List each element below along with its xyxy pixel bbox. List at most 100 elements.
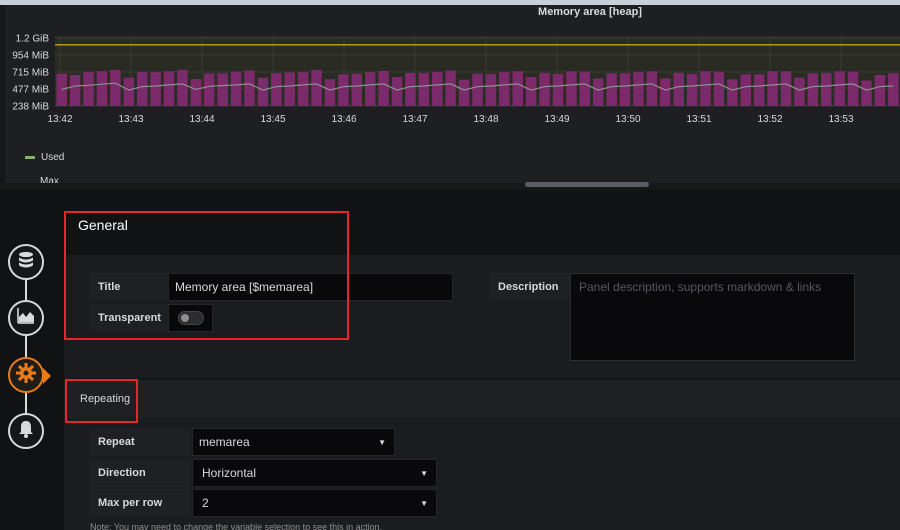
bar-used bbox=[740, 74, 751, 106]
bar-used bbox=[418, 72, 430, 106]
bar-used bbox=[633, 72, 644, 106]
panel-title[interactable]: Memory area [heap] bbox=[5, 6, 900, 18]
x-tick-label: 13:43 bbox=[118, 114, 143, 125]
repeating-section-header[interactable] bbox=[64, 380, 900, 418]
bar-used bbox=[485, 73, 497, 106]
bar-used bbox=[391, 77, 403, 106]
bar-used bbox=[56, 73, 67, 106]
bar-used bbox=[700, 71, 711, 106]
bar-used bbox=[136, 71, 148, 106]
legend-item-cut[interactable]: Max bbox=[40, 176, 59, 183]
bar-used bbox=[874, 74, 886, 106]
alert-tab[interactable] bbox=[8, 413, 44, 449]
legend-swatch bbox=[25, 156, 35, 159]
bar-used bbox=[834, 71, 845, 106]
bar-used bbox=[660, 78, 671, 106]
repeat-value: memarea bbox=[199, 435, 250, 449]
bar-used bbox=[123, 77, 135, 106]
direction-value: Horizontal bbox=[202, 466, 257, 480]
x-tick-label: 13:47 bbox=[402, 114, 427, 125]
annotation-box-repeating bbox=[65, 379, 138, 423]
bar-used bbox=[673, 72, 684, 106]
max-per-row-value: 2 bbox=[202, 496, 209, 510]
bar-used bbox=[888, 73, 899, 106]
bar-used bbox=[284, 72, 295, 106]
bar-used bbox=[311, 69, 322, 106]
x-tick-label: 13:52 bbox=[757, 114, 782, 125]
bar-used bbox=[177, 69, 188, 106]
chart-area-icon bbox=[16, 306, 36, 331]
direction-select[interactable]: Horizontal ▼ bbox=[192, 459, 437, 487]
bar-used bbox=[445, 70, 456, 106]
annotation-box-general bbox=[64, 211, 349, 340]
y-tick-label: 238 MiB bbox=[12, 102, 49, 113]
x-tick-label: 13:51 bbox=[686, 114, 711, 125]
x-tick-label: 13:53 bbox=[828, 114, 853, 125]
bar-used bbox=[552, 73, 564, 106]
bar-used bbox=[646, 71, 658, 106]
caret-down-icon: ▼ bbox=[420, 468, 428, 478]
bar-used bbox=[204, 73, 215, 106]
bar-used bbox=[807, 73, 819, 106]
description-textarea[interactable]: Panel description, supports markdown & l… bbox=[570, 273, 855, 361]
bar-used bbox=[163, 71, 175, 106]
x-tick-label: 13:49 bbox=[544, 114, 569, 125]
bar-used bbox=[780, 71, 792, 106]
queries-tab[interactable] bbox=[8, 244, 44, 280]
general-tab[interactable] bbox=[8, 357, 44, 393]
visualization-tab[interactable] bbox=[8, 300, 44, 336]
bar-used bbox=[566, 71, 577, 106]
bar-used bbox=[592, 78, 604, 106]
bar-used bbox=[861, 80, 872, 106]
panel-resize-handle[interactable] bbox=[525, 182, 649, 187]
caret-down-icon: ▼ bbox=[378, 437, 386, 447]
y-tick-label: 715 MiB bbox=[12, 68, 49, 79]
bell-icon bbox=[16, 419, 36, 444]
bar-used bbox=[96, 71, 108, 106]
bar-used bbox=[847, 71, 859, 106]
legend-item-used[interactable]: Used bbox=[25, 152, 64, 163]
x-tick-label: 13:50 bbox=[615, 114, 640, 125]
bar-used bbox=[351, 73, 363, 106]
legend-label-used: Used bbox=[41, 152, 65, 163]
bar-used bbox=[432, 71, 443, 106]
bar-used bbox=[190, 79, 202, 106]
repeat-select[interactable]: memarea ▼ bbox=[192, 428, 395, 456]
bar-used bbox=[686, 73, 698, 106]
bar-used bbox=[753, 74, 765, 106]
x-tick-label: 13:44 bbox=[189, 114, 214, 125]
bar-used bbox=[405, 72, 416, 106]
caret-down-icon: ▼ bbox=[420, 498, 428, 508]
active-tab-pointer bbox=[43, 368, 51, 384]
bar-used bbox=[271, 73, 282, 106]
x-tick-label: 13:46 bbox=[331, 114, 356, 125]
bar-used bbox=[767, 71, 778, 106]
bar-used bbox=[820, 72, 832, 106]
database-icon bbox=[16, 250, 36, 275]
bar-used bbox=[525, 77, 537, 106]
bar-used bbox=[579, 71, 591, 106]
max-per-row-label: Max per row bbox=[90, 489, 190, 517]
graph-panel: 1.2 GiB 954 MiB 715 MiB 477 MiB 238 MiB 13:42… bbox=[5, 5, 900, 183]
bar-used bbox=[378, 70, 389, 106]
bar-used bbox=[257, 77, 269, 106]
y-tick-label: 477 MiB bbox=[12, 85, 49, 96]
x-tick-label: 13:42 bbox=[47, 114, 72, 125]
bar-used bbox=[244, 70, 255, 106]
y-tick-label: 1.2 GiB bbox=[16, 34, 50, 45]
bar-used bbox=[217, 73, 228, 106]
y-tick-label: 954 MiB bbox=[12, 51, 49, 62]
max-per-row-select[interactable]: 2 ▼ bbox=[192, 489, 437, 517]
bar-used bbox=[539, 72, 550, 106]
memory-chart: 1.2 GiB 954 MiB 715 MiB 477 MiB 238 MiB13:42… bbox=[12, 34, 900, 125]
x-tick-label: 13:45 bbox=[260, 114, 285, 125]
nav-rail bbox=[25, 262, 27, 430]
gear-icon bbox=[15, 362, 37, 389]
bar-used bbox=[512, 71, 523, 106]
bar-used bbox=[472, 73, 483, 106]
direction-label: Direction bbox=[90, 459, 190, 487]
bar-used bbox=[110, 69, 121, 106]
bar-used bbox=[324, 79, 336, 106]
bar-used bbox=[458, 79, 470, 106]
bar-used bbox=[606, 73, 617, 106]
